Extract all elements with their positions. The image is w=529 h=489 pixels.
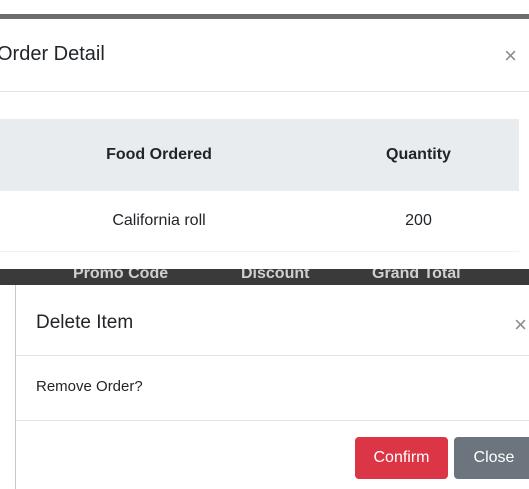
delete-item-close-icon[interactable]: ×: [514, 314, 527, 336]
table-row: California roll 200: [0, 191, 519, 252]
column-header-quantity: Quantity: [318, 119, 519, 191]
background-column-discount: Discount: [241, 269, 310, 282]
delete-item-modal-body: Remove Order?: [16, 356, 529, 421]
column-header-food-ordered: Food Ordered: [0, 119, 318, 191]
order-items-table: Food Ordered Quantity California roll 20…: [0, 119, 519, 252]
delete-item-modal-footer: Confirm Close: [16, 421, 529, 489]
order-detail-close-icon[interactable]: ×: [504, 45, 517, 67]
background-column-promo-code: Promo Code: [73, 269, 169, 282]
modal-backdrop: l Promo Code Discount Grand Total: [0, 269, 529, 285]
delete-confirmation-message: Remove Order?: [36, 378, 143, 395]
table-header-row: Food Ordered Quantity: [0, 119, 519, 191]
order-detail-modal-header: Order Detail ×: [0, 19, 529, 92]
cell-food-ordered: California roll: [0, 191, 318, 252]
delete-item-modal-header: Delete Item ×: [16, 285, 529, 356]
close-button[interactable]: Close: [454, 437, 529, 479]
delete-item-title: Delete Item: [36, 312, 134, 333]
background-column-grand-total: Grand Total: [372, 269, 461, 282]
order-detail-title: Order Detail: [0, 43, 105, 65]
page-top-strip: [0, 0, 529, 14]
order-detail-modal: Order Detail × Food Ordered Quantity Cal…: [0, 14, 529, 269]
screen: Order Detail × Food Ordered Quantity Cal…: [0, 0, 529, 489]
delete-item-modal: Delete Item × Remove Order? Confirm Clos…: [15, 285, 529, 489]
cell-quantity: 200: [318, 191, 519, 252]
confirm-button[interactable]: Confirm: [355, 437, 448, 479]
